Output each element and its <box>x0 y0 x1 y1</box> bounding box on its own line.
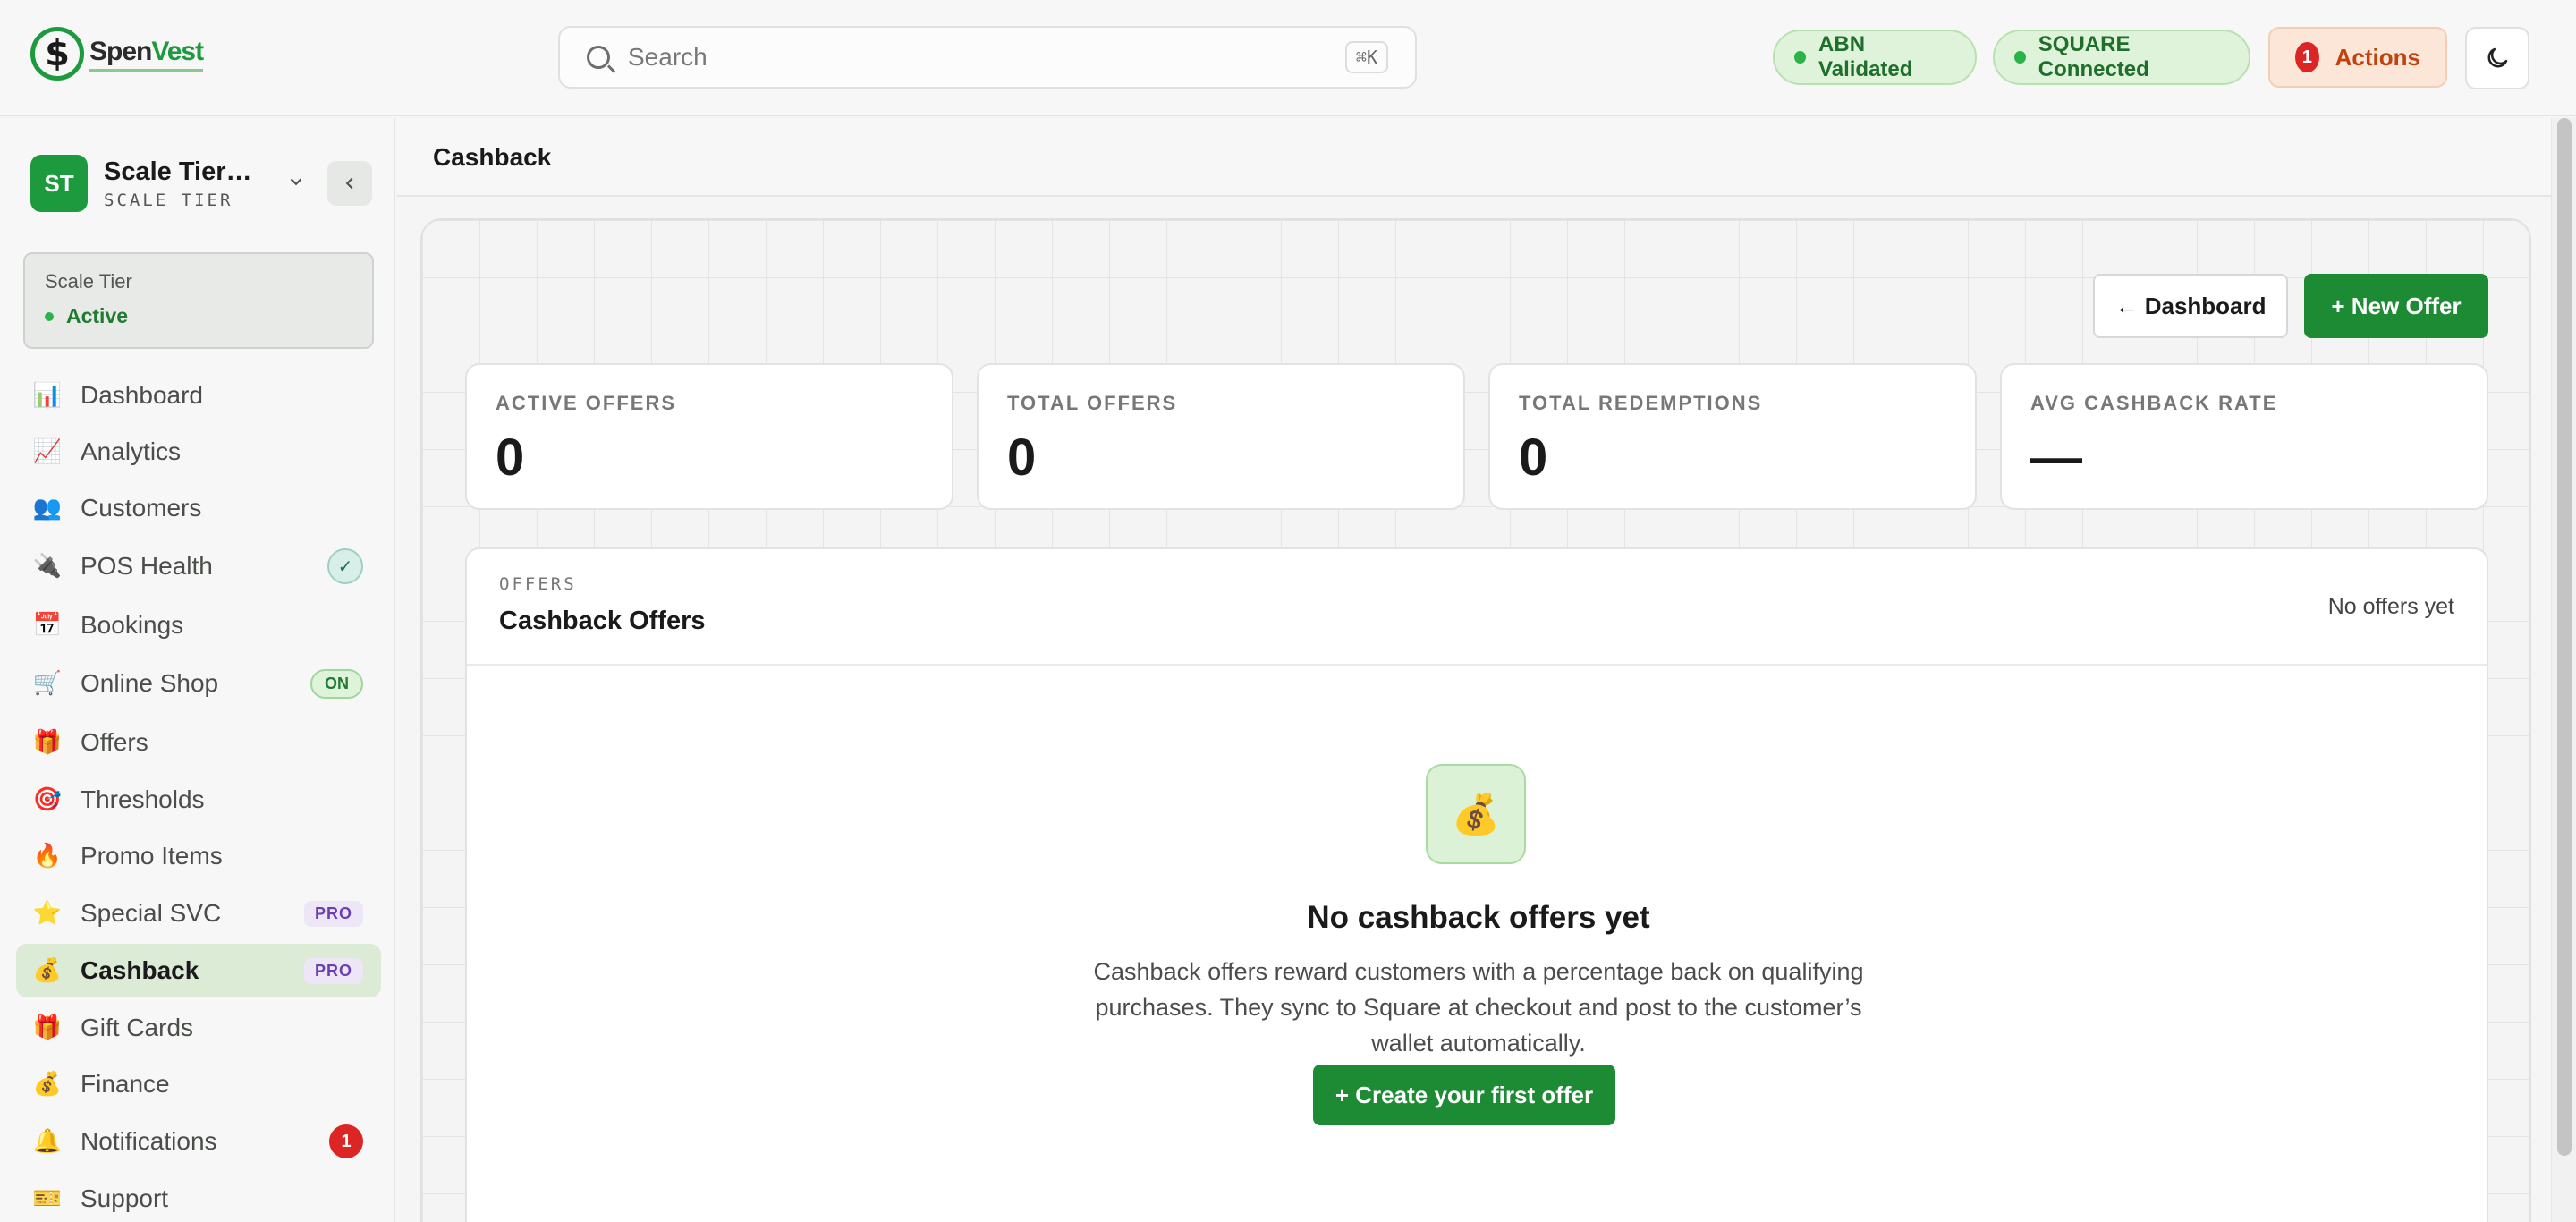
sidebar-item-cashback[interactable]: 💰 Cashback PRO <box>16 944 381 997</box>
brand-name: SpenVest <box>89 37 204 72</box>
sidebar-item-notifications[interactable]: 🔔 Notifications 1 <box>16 1115 381 1168</box>
tier-card: Scale Tier Active <box>23 252 374 349</box>
org-tier: SCALE TIER <box>104 190 233 210</box>
sidebar-item-bookings[interactable]: 📅 Bookings <box>16 598 381 652</box>
trend-chart-icon: 📈 <box>32 438 63 465</box>
fire-icon: 🔥 <box>32 843 63 870</box>
sidebar: ST Scale Tier Demo SCALE TIER Scale Tier… <box>0 118 395 1222</box>
sidebar-item-special-svc[interactable]: ⭐ Special SVC PRO <box>16 887 381 940</box>
page-title: Cashback <box>433 143 552 171</box>
sidebar-item-thresholds[interactable]: 🎯 Thresholds <box>16 773 381 827</box>
on-badge: ON <box>310 668 363 699</box>
offers-kicker: OFFERS <box>499 574 577 594</box>
calendar-icon: 📅 <box>32 612 63 639</box>
org-avatar: ST <box>30 155 88 212</box>
status-dot-icon <box>2014 51 2026 64</box>
actions-count-badge: 1 <box>2295 42 2319 72</box>
bar-chart-icon: 📊 <box>32 382 63 409</box>
pro-badge: PRO <box>303 900 363 927</box>
stat-card-total-offers: TOTAL OFFERS 0 <box>977 363 1465 510</box>
square-status-badge[interactable]: SQUARE Connected <box>1993 30 2250 85</box>
money-bag-icon: 💰 <box>32 957 63 984</box>
actions-button[interactable]: 1 Actions <box>2268 27 2447 88</box>
search-bar[interactable]: ⌘K <box>558 26 1417 89</box>
status-dot-icon <box>1794 51 1807 64</box>
gift-icon: 🎁 <box>32 729 63 756</box>
sidebar-item-pos-health[interactable]: 🔌 POS Health ✓ <box>16 539 381 593</box>
offers-panel-header: OFFERS Cashback Offers No offers yet <box>467 549 2487 666</box>
abn-status-badge[interactable]: ABN Validated <box>1773 30 1977 85</box>
star-icon: ⭐ <box>32 900 63 927</box>
scrollbar-thumb[interactable] <box>2557 118 2572 1156</box>
org-switcher[interactable]: ST Scale Tier Demo SCALE TIER <box>30 154 372 213</box>
empty-state-description: Cashback offers reward customers with a … <box>1093 958 1864 1057</box>
pro-badge: PRO <box>303 957 363 984</box>
new-offer-button[interactable]: + New Offer <box>2304 274 2488 338</box>
theme-toggle-button[interactable] <box>2465 27 2529 89</box>
sidebar-item-finance[interactable]: 💰 Finance <box>16 1057 381 1111</box>
sidebar-item-online-shop[interactable]: 🛒 Online Shop ON <box>16 657 381 710</box>
bell-icon: 🔔 <box>32 1128 63 1155</box>
collapse-sidebar-button[interactable] <box>327 161 372 206</box>
brand-logo[interactable]: $ SpenVest <box>30 27 204 81</box>
status-dot-icon <box>45 311 54 321</box>
sidebar-item-promo-items[interactable]: 🔥 Promo Items <box>16 829 381 883</box>
money-bag-icon: 💰 <box>1426 764 1526 864</box>
org-name: Scale Tier Demo <box>104 157 256 186</box>
search-shortcut: ⌘K <box>1344 41 1388 73</box>
offers-count: No offers yet <box>2327 594 2454 619</box>
moon-icon <box>2487 47 2508 68</box>
top-bar: $ SpenVest ⌘K ABN Validated SQUARE Conne… <box>0 0 2576 116</box>
gift-icon: 🎁 <box>32 1014 63 1041</box>
sidebar-item-customers[interactable]: 👥 Customers <box>16 481 381 535</box>
sidebar-item-gift-cards[interactable]: 🎁 Gift Cards <box>16 1001 381 1055</box>
dollar-logo-icon: $ <box>30 27 84 81</box>
search-icon <box>587 46 610 69</box>
plug-icon: 🔌 <box>32 553 63 580</box>
sidebar-item-dashboard[interactable]: 📊 Dashboard <box>16 369 381 422</box>
cart-icon: 🛒 <box>32 670 63 697</box>
check-icon: ✓ <box>327 548 363 584</box>
cashback-offers-panel: OFFERS Cashback Offers No offers yet 💰 N… <box>465 547 2488 1222</box>
content-canvas: ← Dashboard + New Offer ACTIVE OFFERS 0 … <box>420 218 2531 1222</box>
tier-name: Scale Tier <box>45 270 132 293</box>
empty-state-title: No cashback offers yet <box>1307 900 1650 935</box>
stat-card-total-redemptions: TOTAL REDEMPTIONS 0 <box>1488 363 1977 510</box>
back-to-dashboard-button[interactable]: ← Dashboard <box>2093 274 2288 338</box>
tier-status: Active <box>45 304 352 328</box>
page-header: Cashback <box>397 118 2551 197</box>
page-scrollbar[interactable] <box>2551 118 2576 1222</box>
offers-title: Cashback Offers <box>499 607 706 635</box>
users-icon: 👥 <box>32 495 63 522</box>
main-content: Cashback ← Dashboard + New Offer ACTIVE … <box>397 118 2551 1222</box>
search-input[interactable] <box>628 43 1345 72</box>
chevron-down-icon[interactable] <box>286 172 306 197</box>
stat-card-avg-cashback-rate: AVG CASHBACK RATE — <box>2000 363 2488 510</box>
sidebar-item-offers[interactable]: 🎁 Offers <box>16 716 381 769</box>
chevron-left-icon <box>345 177 353 190</box>
money-bag-icon: 💰 <box>32 1071 63 1098</box>
sidebar-item-analytics[interactable]: 📈 Analytics <box>16 425 381 479</box>
ticket-icon: 🎫 <box>32 1185 63 1212</box>
notification-count-badge: 1 <box>329 1124 363 1158</box>
create-first-offer-button[interactable]: + Create your first offer <box>1313 1065 1615 1125</box>
stat-card-active-offers: ACTIVE OFFERS 0 <box>465 363 953 510</box>
target-icon: 🎯 <box>32 786 63 813</box>
sidebar-item-support[interactable]: 🎫 Support <box>16 1172 381 1222</box>
